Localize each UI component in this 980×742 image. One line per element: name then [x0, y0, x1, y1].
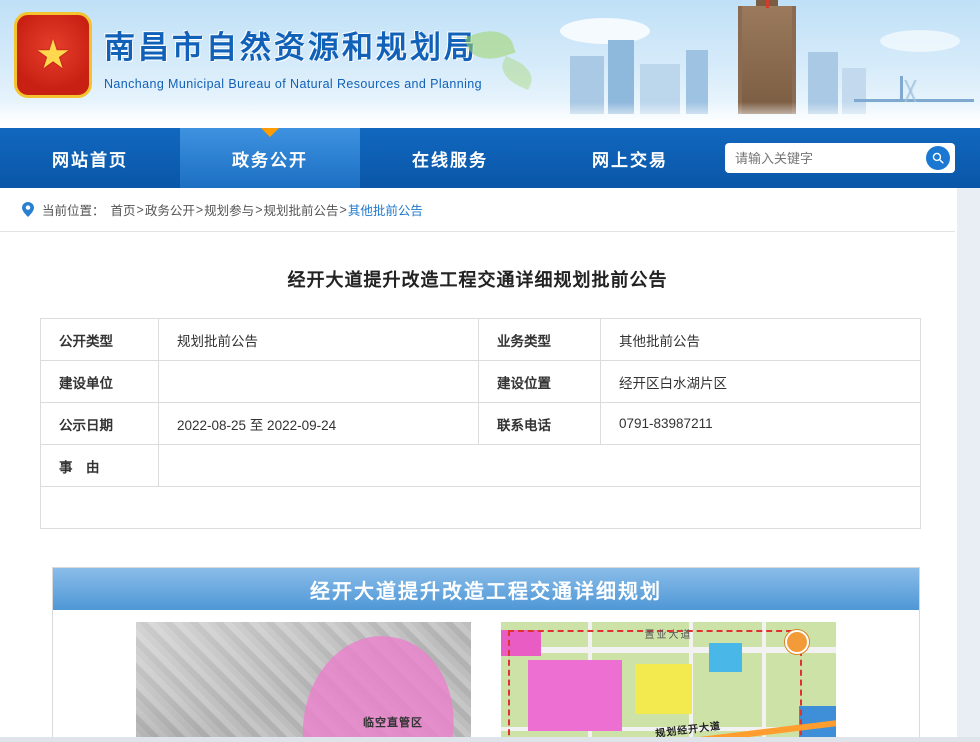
notice-title: 经开大道提升改造工程交通详细规划批前公告	[0, 232, 955, 318]
main-content: 经开大道提升改造工程交通详细规划批前公告 公开类型 规划批前公告 业务类型 其他…	[0, 232, 955, 742]
search-icon	[926, 146, 950, 170]
zoning-map-image: 规划经开大道 置业大道	[501, 622, 836, 742]
plan-image-block: 经开大道提升改造工程交通详细规划 临空直管区	[52, 567, 920, 742]
search-input[interactable]	[725, 151, 921, 166]
field-value: 经开区白水湖片区	[601, 361, 921, 403]
top-road-label: 置业大道	[645, 626, 693, 641]
field-label: 公开类型	[41, 319, 159, 361]
field-value	[159, 445, 921, 487]
active-tab-arrow-icon	[261, 128, 279, 137]
page-right-margin	[957, 188, 980, 742]
notice-info-table: 公开类型 规划批前公告 业务类型 其他批前公告 建设单位 建设位置 经开区白水湖…	[40, 318, 921, 529]
field-label: 联系电话	[479, 403, 601, 445]
field-value: 其他批前公告	[601, 319, 921, 361]
table-row: 公开类型 规划批前公告 业务类型 其他批前公告	[41, 319, 921, 361]
nav-item-home[interactable]: 网站首页	[0, 128, 180, 188]
zone-label: 临空直管区	[363, 714, 423, 730]
site-titles: 南昌市自然资源和规划局 Nanchang Municipal Bureau of…	[104, 22, 482, 91]
breadcrumb-item-pre-approval-notices[interactable]: 规划批前公告	[264, 200, 339, 219]
table-row: 建设单位 建设位置 经开区白水湖片区	[41, 361, 921, 403]
nav-item-label: 在线服务	[412, 146, 488, 171]
nav-item-public-affairs[interactable]: 政务公开	[180, 128, 360, 188]
table-row: 公示日期 2022-08-25 至 2022-09-24 联系电话 0791-8…	[41, 403, 921, 445]
search-button[interactable]	[921, 143, 955, 173]
site-title: 南昌市自然资源和规划局	[104, 22, 482, 67]
site-subtitle: Nanchang Municipal Bureau of Natural Res…	[104, 77, 482, 91]
site-header: ★ 南昌市自然资源和规划局 Nanchang Municipal Bureau …	[0, 0, 980, 128]
page: ★ 南昌市自然资源和规划局 Nanchang Municipal Bureau …	[0, 0, 980, 742]
page-bottom-edge	[0, 737, 980, 742]
satellite-map-image: 临空直管区	[136, 622, 471, 742]
breadcrumb-item-planning-participation[interactable]: 规划参与	[204, 200, 254, 219]
breadcrumb-item-current[interactable]: 其他批前公告	[348, 200, 423, 219]
main-nav: 网站首页 政务公开 在线服务 网上交易	[0, 128, 980, 188]
nav-item-label: 网上交易	[592, 146, 668, 171]
plan-maps: 临空直管区	[53, 622, 919, 742]
field-label: 业务类型	[479, 319, 601, 361]
field-label: 事 由	[41, 445, 159, 487]
tower-building	[738, 6, 796, 114]
field-value: 2022-08-25 至 2022-09-24	[159, 403, 479, 445]
field-value: 规划批前公告	[159, 319, 479, 361]
field-label: 公示日期	[41, 403, 159, 445]
table-row: 事 由	[41, 445, 921, 487]
nav-item-label: 政务公开	[232, 146, 308, 171]
field-value: 0791-83987211	[601, 403, 921, 445]
breadcrumb-item-public-affairs[interactable]: 政务公开	[145, 200, 195, 219]
national-emblem-icon: ★	[14, 12, 92, 98]
field-label: 建设单位	[41, 361, 159, 403]
search-box	[725, 143, 955, 173]
plan-image-title: 经开大道提升改造工程交通详细规划	[53, 568, 919, 610]
breadcrumb: 当前位置： 首页 > 政务公开 > 规划参与 > 规划批前公告 > 其他批前公告	[0, 188, 955, 232]
breadcrumb-item-home[interactable]: 首页	[111, 200, 136, 219]
nav-item-online-trading[interactable]: 网上交易	[540, 128, 720, 188]
field-value	[159, 361, 479, 403]
bridge-illustration	[854, 99, 974, 102]
location-pin-icon	[22, 202, 34, 217]
field-label: 建设位置	[479, 361, 601, 403]
leaf-decoration-icon	[497, 56, 537, 90]
city-skyline-illustration	[550, 0, 980, 128]
breadcrumb-prefix: 当前位置：	[42, 200, 105, 219]
table-row	[41, 487, 921, 529]
nav-item-online-services[interactable]: 在线服务	[360, 128, 540, 188]
nav-item-label: 网站首页	[52, 146, 128, 171]
empty-row	[41, 487, 921, 529]
